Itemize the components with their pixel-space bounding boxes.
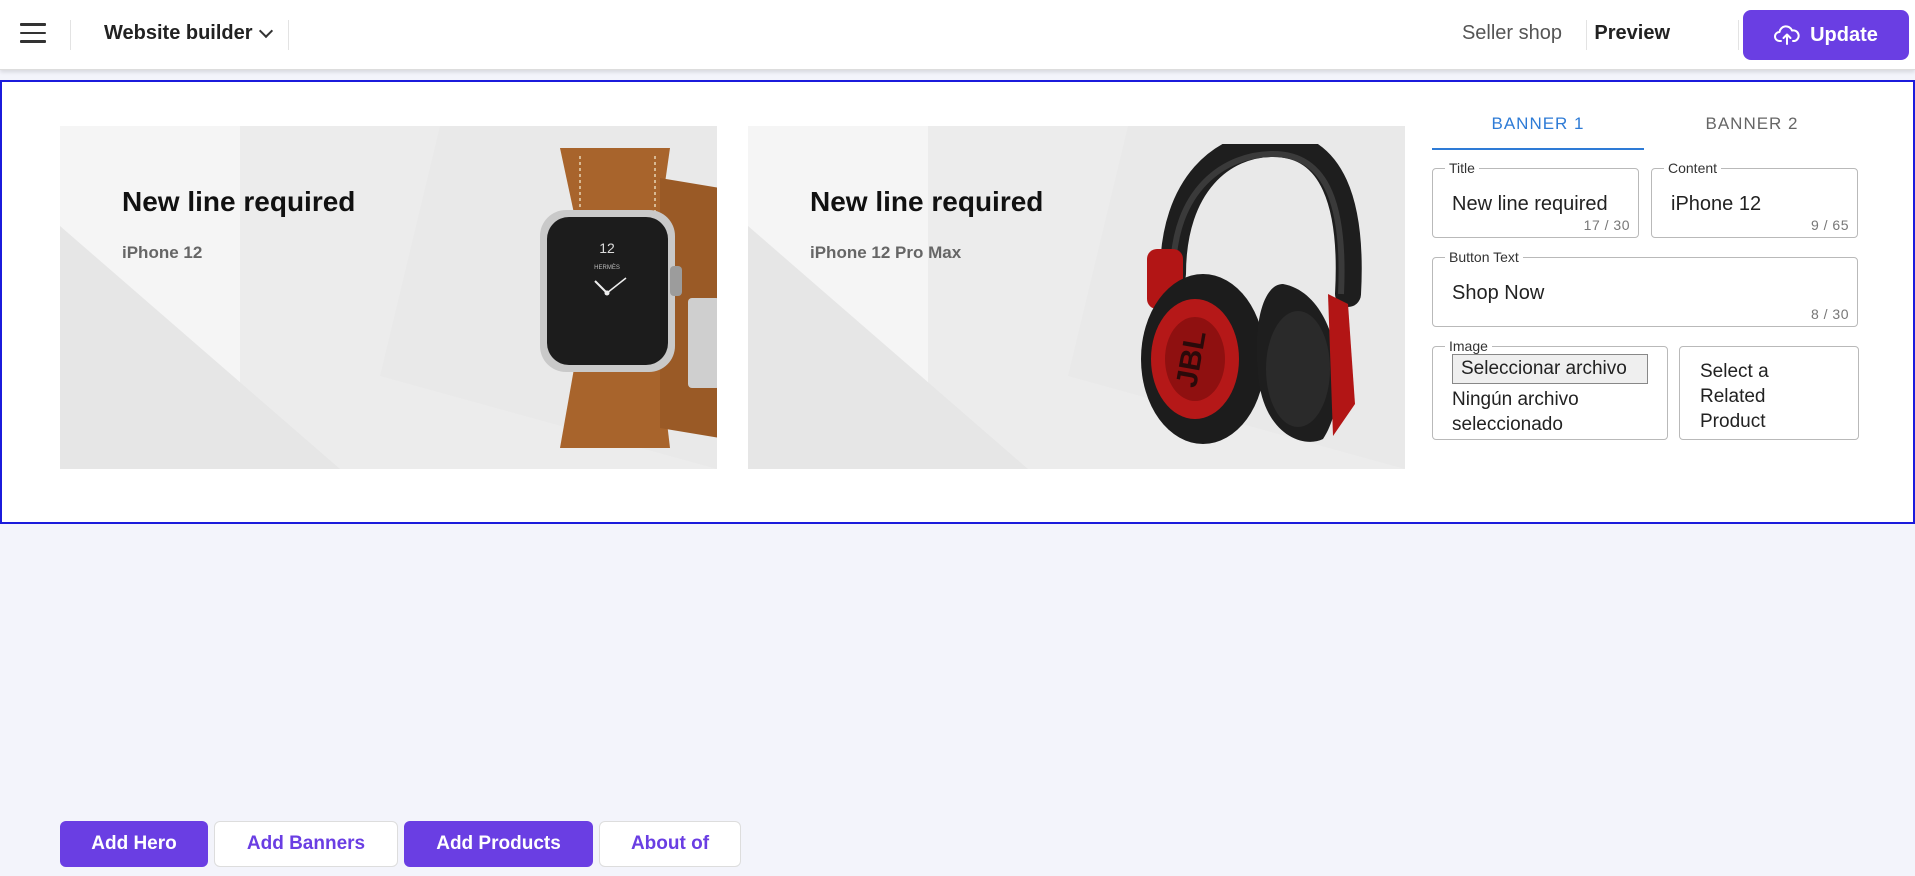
content-field[interactable]: Content iPhone 12 9 / 65 xyxy=(1651,160,1858,238)
cloud-upload-icon xyxy=(1774,25,1800,45)
title-field-value[interactable]: New line required xyxy=(1452,193,1608,216)
banner-preview-2[interactable]: New line required iPhone 12 Pro Max JBL xyxy=(748,126,1405,469)
content-field-label: Content xyxy=(1664,160,1722,176)
banner-preview-1[interactable]: New line required iPhone 12 12 HERMÈS xyxy=(60,126,717,469)
button-text-field-value[interactable]: Shop Now xyxy=(1452,282,1544,305)
button-text-field-label: Button Text xyxy=(1445,249,1523,265)
banner-subtitle: iPhone 12 xyxy=(122,243,203,262)
title-field[interactable]: Title New line required 17 / 30 xyxy=(1432,160,1639,238)
title-char-count: 17 / 30 xyxy=(1583,217,1630,233)
banner-tabs: BANNER 1 BANNER 2 xyxy=(1432,106,1862,150)
banner-subtitle: iPhone 12 Pro Max xyxy=(810,243,962,262)
button-text-char-count: 8 / 30 xyxy=(1810,306,1849,322)
update-label: Update xyxy=(1810,23,1878,46)
about-of-button[interactable]: About of xyxy=(599,821,741,867)
banner-section[interactable]: New line required iPhone 12 12 HERMÈS Ne… xyxy=(0,80,1915,524)
chevron-down-icon xyxy=(258,23,273,39)
svg-text:HERMÈS: HERMÈS xyxy=(594,264,620,271)
watch-image: 12 HERMÈS xyxy=(540,148,717,448)
divider xyxy=(70,20,71,50)
update-button[interactable]: Update xyxy=(1743,10,1909,60)
top-bar: Website builder Seller shop Preview Upda… xyxy=(0,0,1915,70)
image-field-label: Image xyxy=(1445,338,1492,354)
add-hero-button[interactable]: Add Hero xyxy=(60,821,208,867)
content-char-count: 9 / 65 xyxy=(1810,217,1849,233)
banner-title: New line required xyxy=(122,186,356,217)
divider xyxy=(1738,20,1739,50)
website-builder-dropdown[interactable]: Website builder xyxy=(104,22,273,45)
image-field: Image Seleccionar archivo Ningún archivo… xyxy=(1432,338,1668,440)
add-products-button[interactable]: Add Products xyxy=(404,821,593,867)
preview-button[interactable]: Preview xyxy=(1594,22,1670,45)
file-status-text: Ningún archivo seleccionado xyxy=(1452,389,1579,435)
divider xyxy=(1586,20,1587,50)
website-builder-label: Website builder xyxy=(104,22,253,44)
tab-banner-1[interactable]: BANNER 1 xyxy=(1432,106,1644,150)
svg-text:12: 12 xyxy=(599,240,615,256)
choose-file-button[interactable]: Seleccionar archivo xyxy=(1452,354,1648,384)
hamburger-icon[interactable] xyxy=(20,23,46,47)
content-field-value[interactable]: iPhone 12 xyxy=(1671,193,1761,216)
headphones-image: JBL xyxy=(1141,144,1362,444)
add-banners-button[interactable]: Add Banners xyxy=(214,821,398,867)
title-field-label: Title xyxy=(1445,160,1479,176)
related-product-label: Select a Related Product xyxy=(1700,361,1769,432)
seller-shop-link[interactable]: Seller shop xyxy=(1462,22,1562,45)
related-product-select[interactable]: Select a Related Product xyxy=(1679,346,1859,440)
button-text-field[interactable]: Button Text Shop Now 8 / 30 xyxy=(1432,249,1858,327)
tab-banner-2[interactable]: BANNER 2 xyxy=(1646,106,1858,150)
divider xyxy=(288,20,289,50)
banner-title: New line required xyxy=(810,186,1044,217)
